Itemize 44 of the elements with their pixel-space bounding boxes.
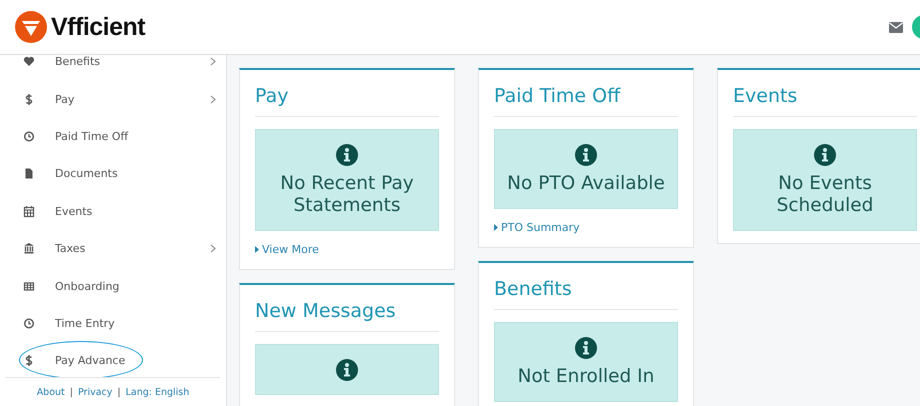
sidebar-item[interactable]: Pay Advance (0, 342, 226, 377)
sidebar-item[interactable]: Pay (0, 80, 226, 118)
separator: | (117, 386, 121, 398)
clock-icon (23, 316, 35, 330)
card-title: Pay (255, 70, 439, 117)
sidebar-item[interactable]: Onboarding (0, 267, 226, 305)
alert-message: No PTO Available (507, 173, 665, 195)
heart-icon (23, 55, 35, 68)
sidebar-item[interactable]: Paid Time Off (0, 118, 226, 156)
sidebar-item[interactable]: Taxes (0, 230, 226, 268)
info-icon (336, 144, 358, 166)
alert-message: No Recent Pay Statements (279, 173, 415, 217)
footer-link[interactable]: About (36, 386, 65, 398)
sidebar-item[interactable]: Benefits (0, 55, 226, 80)
logo-icon (14, 10, 48, 44)
calendar-icon (23, 204, 35, 218)
dollar-icon (23, 92, 35, 106)
footer-link[interactable]: Lang: English (126, 386, 190, 398)
info-icon (575, 144, 597, 166)
logo-text: Vfficient (51, 12, 146, 42)
sidebar-item[interactable]: Time Entry (0, 304, 226, 342)
mail-icon[interactable] (889, 22, 903, 32)
bank-icon (23, 242, 35, 256)
caret-icon (494, 224, 498, 231)
file-icon (23, 167, 35, 180)
sidebar-item[interactable]: Events (0, 192, 226, 230)
info-icon (814, 144, 836, 166)
card-title: New Messages (255, 285, 439, 332)
card-title: Benefits (494, 263, 678, 310)
grid-icon (23, 280, 35, 293)
footer-link[interactable]: Privacy (78, 386, 112, 398)
info-icon (336, 359, 358, 381)
clock-icon (23, 130, 35, 143)
info-icon (575, 337, 597, 359)
sidebar-item[interactable]: Documents (0, 155, 226, 193)
card-link[interactable]: PTO Summary (494, 221, 580, 234)
card-title: Events (733, 70, 917, 117)
dollar-icon (23, 354, 35, 368)
alert-message: No Events Scheduled (776, 173, 874, 217)
card-link[interactable]: View More (255, 243, 319, 256)
alert-message: Not Enrolled In (518, 366, 654, 388)
caret-icon (255, 246, 259, 253)
card-title: Paid Time Off (494, 70, 678, 117)
separator: | (70, 386, 73, 398)
